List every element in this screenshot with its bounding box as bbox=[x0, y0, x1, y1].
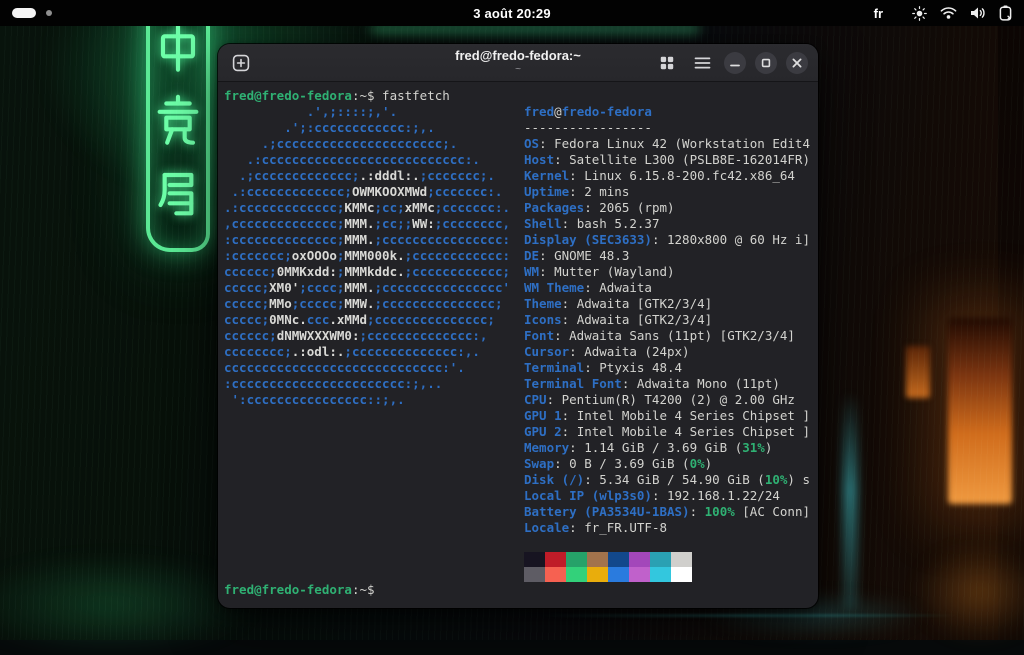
terminal-line: WM Theme: Adwaita bbox=[524, 280, 810, 296]
minimize-button[interactable] bbox=[724, 52, 746, 74]
terminal-line: ccccc;MMo;ccccc;MMW.;ccccccccccccccc; bbox=[224, 296, 524, 312]
terminal-line: Cursor: Adwaita (24px) bbox=[524, 344, 810, 360]
terminal-line: Memory: 1.14 GiB / 3.69 GiB (31%) bbox=[524, 440, 810, 456]
terminal-line: :ccccccccccccccccccccccc:;,.. bbox=[224, 376, 524, 392]
system-info: fred@fredo-fedora-----------------OS: Fe… bbox=[524, 104, 810, 582]
color-swatch bbox=[587, 552, 608, 567]
window-subtitle: ~ bbox=[455, 65, 581, 75]
terminal-line: Terminal: Ptyxis 48.4 bbox=[524, 360, 810, 376]
close-button[interactable] bbox=[786, 52, 808, 74]
terminal-line: ,cccccccccccccc;MMM.;cc;;WW:;cccccccc, bbox=[224, 216, 524, 232]
window-title-area: fred@fredo-fedora:~ ~ bbox=[455, 49, 581, 75]
maximize-icon bbox=[761, 58, 771, 68]
terminal-line: ccccc;XM0';cccc;MMM.;cccccccccccccccc' bbox=[224, 280, 524, 296]
grid-icon bbox=[659, 55, 675, 71]
color-swatch bbox=[608, 552, 629, 567]
color-palette-row bbox=[524, 567, 810, 582]
color-swatch bbox=[524, 552, 545, 567]
wifi-icon[interactable] bbox=[940, 6, 957, 20]
terminal-line: Shell: bash 5.2.37 bbox=[524, 216, 810, 232]
terminal-line: ccccc;0MNc.ccc.xMMd;ccccccccccccccc; bbox=[224, 312, 524, 328]
terminal-line: Battery (PA3534U-1BAS): 100% [AC Conn] bbox=[524, 504, 810, 520]
fastfetch-output: .',;::::;,'. .';:cccccccccccc:;,. .;cccc… bbox=[224, 104, 818, 582]
terminal-line: .;cccccccccccccccccccccc;. bbox=[224, 136, 524, 152]
terminal-window: fred@fredo-fedora:~ ~ bbox=[218, 44, 818, 608]
terminal-line: cccccccc;.:odl:.;cccccccccccccc:,. bbox=[224, 344, 524, 360]
battery-charging-icon[interactable] bbox=[999, 5, 1012, 21]
color-swatch bbox=[524, 567, 545, 582]
new-tab-icon bbox=[231, 53, 251, 73]
terminal-line: Kernel: Linux 6.15.8-200.fc42.x86_64 bbox=[524, 168, 810, 184]
color-swatch bbox=[545, 552, 566, 567]
terminal-line: GPU 1: Intel Mobile 4 Series Chipset ] bbox=[524, 408, 810, 424]
window-title: fred@fredo-fedora:~ bbox=[455, 49, 581, 62]
system-status-area[interactable] bbox=[912, 5, 1012, 21]
terminal-line: Theme: Adwaita [GTK2/3/4] bbox=[524, 296, 810, 312]
color-swatch bbox=[545, 567, 566, 582]
terminal-line: Uptime: 2 mins bbox=[524, 184, 810, 200]
terminal-line: .:ccccccccccccc;OWMKOOXMWd;ccccccc:. bbox=[224, 184, 524, 200]
terminal-line: OS: Fedora Linux 42 (Workstation Edit4 bbox=[524, 136, 810, 152]
terminal-line: .:ccccccccccccccccccccccccccc:. bbox=[224, 152, 524, 168]
brightness-icon[interactable] bbox=[912, 6, 927, 21]
terminal-line: CPU: Pentium(R) T4200 (2) @ 2.00 GHz bbox=[524, 392, 810, 408]
terminal-line: Terminal Font: Adwaita Mono (11pt) bbox=[524, 376, 810, 392]
terminal-line: ':cccccccccccccccc::;,. bbox=[224, 392, 524, 408]
color-swatch bbox=[608, 567, 629, 582]
new-tab-button[interactable] bbox=[228, 50, 254, 76]
terminal-line: :cccccccccccccc;MMM.;cccccccccccccccc: bbox=[224, 232, 524, 248]
terminal-line: Swap: 0 B / 3.69 GiB (0%) bbox=[524, 456, 810, 472]
terminal-line: .';:cccccccccccc:;,. bbox=[224, 120, 524, 136]
color-swatch bbox=[650, 552, 671, 567]
terminal-line: WM: Mutter (Wayland) bbox=[524, 264, 810, 280]
terminal-line: .;ccccccccccccc;.:dddl:.;ccccccc;. bbox=[224, 168, 524, 184]
terminal-line: ----------------- bbox=[524, 120, 810, 136]
clock[interactable]: 3 août 20:29 bbox=[473, 0, 551, 26]
terminal-line: .:ccccccccccccc;KMMc;cc;xMMc;ccccccc:. bbox=[224, 200, 524, 216]
terminal-line: .',;::::;,'. bbox=[224, 104, 524, 120]
color-swatch bbox=[629, 567, 650, 582]
terminal-line: Host: Satellite L300 (PSLB8E-162014FR) bbox=[524, 152, 810, 168]
terminal-line: Font: Adwaita Sans (11pt) [GTK2/3/4] bbox=[524, 328, 810, 344]
terminal-line: DE: GNOME 48.3 bbox=[524, 248, 810, 264]
color-swatch bbox=[587, 567, 608, 582]
color-swatch bbox=[650, 567, 671, 582]
color-swatch bbox=[566, 567, 587, 582]
color-swatch bbox=[671, 567, 692, 582]
window-headerbar[interactable]: fred@fredo-fedora:~ ~ bbox=[218, 44, 818, 82]
shell-prompt: fred@fredo-fedora:~$ bbox=[224, 582, 818, 598]
terminal-viewport[interactable]: fred@fredo-fedora:~$ fastfetch .',;::::;… bbox=[218, 82, 818, 607]
minimize-icon bbox=[730, 58, 740, 68]
color-swatch bbox=[671, 552, 692, 567]
workspace-dot[interactable] bbox=[46, 10, 52, 16]
terminal-line: ccccccccccccccccccccccccccccc:'. bbox=[224, 360, 524, 376]
terminal-line: :ccccccc;oxOOOo;MMM000k.;cccccccccccc: bbox=[224, 248, 524, 264]
activities-indicator[interactable] bbox=[12, 8, 36, 18]
terminal-line: Icons: Adwaita [GTK2/3/4] bbox=[524, 312, 810, 328]
gnome-top-bar: 3 août 20:29 fr bbox=[0, 0, 1024, 26]
terminal-line: cccccc;0MMKxdd:;MMMkddc.;cccccccccccc; bbox=[224, 264, 524, 280]
color-swatch bbox=[566, 552, 587, 567]
terminal-line: cccccc;dNMWXXXWM0:;cccccccccccccc:, bbox=[224, 328, 524, 344]
maximize-button[interactable] bbox=[755, 52, 777, 74]
menu-button[interactable] bbox=[689, 50, 715, 76]
hamburger-icon bbox=[694, 56, 711, 70]
terminal-line: fred@fredo-fedora bbox=[524, 104, 810, 120]
terminal-line: GPU 2: Intel Mobile 4 Series Chipset ] bbox=[524, 424, 810, 440]
color-swatch bbox=[629, 552, 650, 567]
tab-overview-button[interactable] bbox=[654, 50, 680, 76]
terminal-line: Local IP (wlp3s0): 192.168.1.22/24 bbox=[524, 488, 810, 504]
fedora-ascii-logo: .',;::::;,'. .';:cccccccccccc:;,. .;cccc… bbox=[224, 104, 524, 408]
color-palette-row bbox=[524, 552, 810, 567]
keyboard-layout-indicator[interactable]: fr bbox=[874, 6, 883, 21]
terminal-line: Disk (/): 5.34 GiB / 54.90 GiB (10%) s bbox=[524, 472, 810, 488]
terminal-line: Packages: 2065 (rpm) bbox=[524, 200, 810, 216]
volume-icon[interactable] bbox=[970, 6, 986, 20]
close-icon bbox=[792, 58, 802, 68]
command-line: fred@fredo-fedora:~$ fastfetch bbox=[224, 88, 818, 104]
terminal-line: Locale: fr_FR.UTF-8 bbox=[524, 520, 810, 536]
terminal-line: Display (SEC3633): 1280x800 @ 60 Hz i] bbox=[524, 232, 810, 248]
